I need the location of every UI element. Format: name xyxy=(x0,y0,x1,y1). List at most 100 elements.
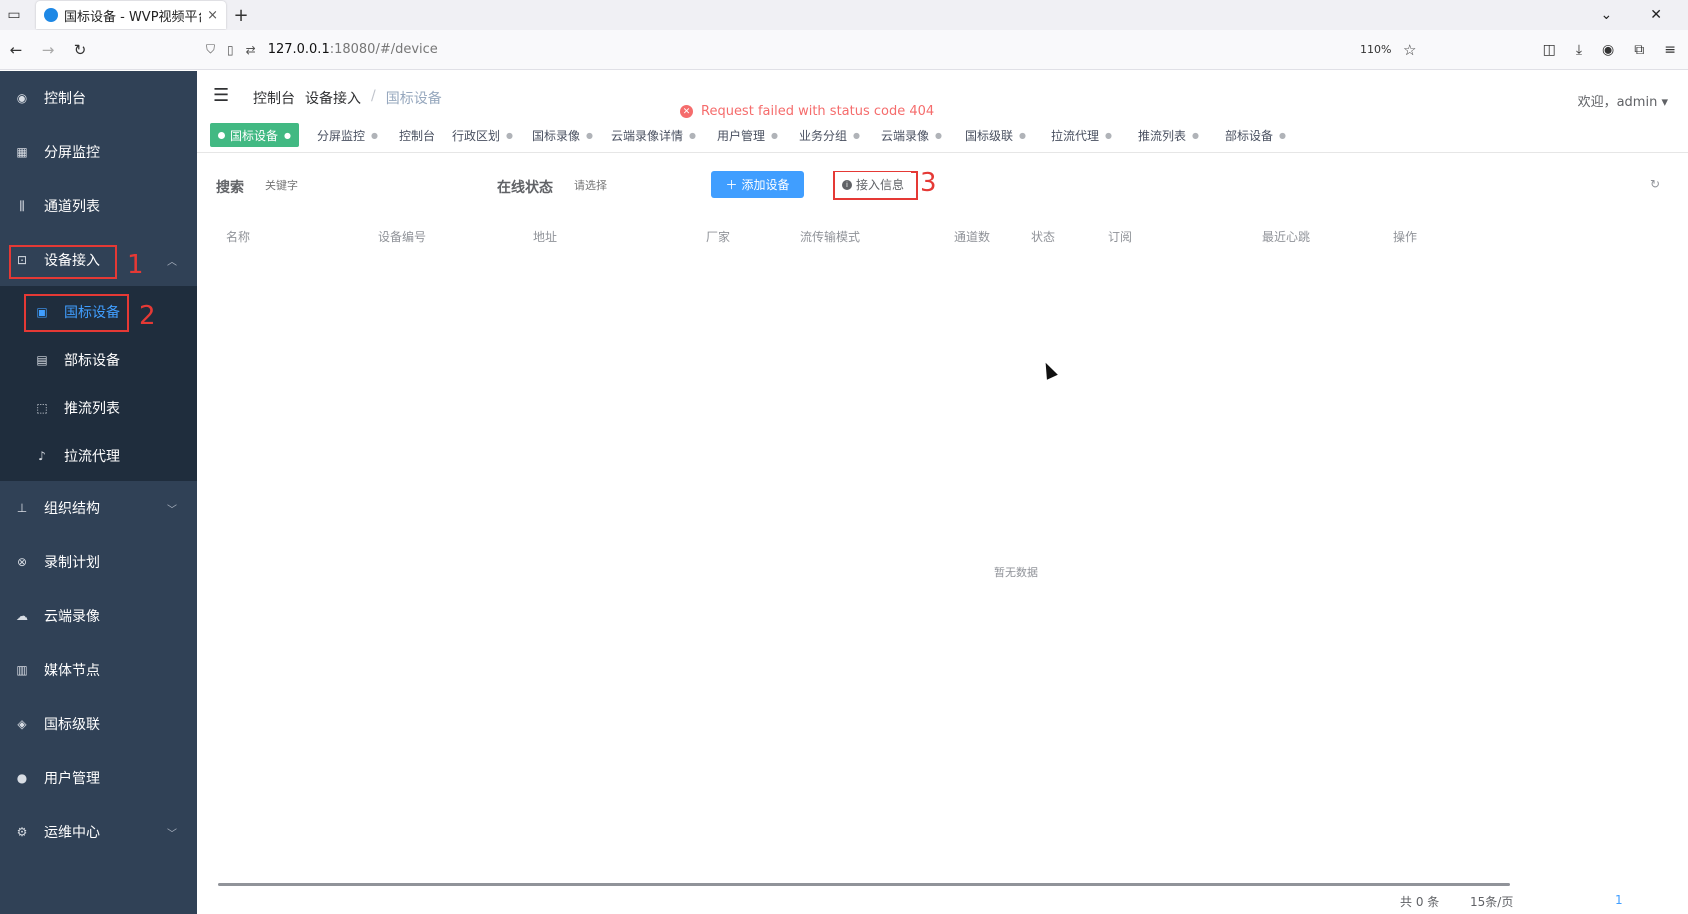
sidebar-item-cloud-record[interactable]: ☁ 云端录像 xyxy=(0,589,197,643)
tag-region[interactable]: 行政区划 ● xyxy=(444,123,521,147)
hamburger-icon[interactable]: ☰ xyxy=(213,85,229,106)
status-select[interactable] xyxy=(568,172,658,198)
breadcrumb-item[interactable]: 控制台 xyxy=(253,88,295,108)
sidebar-subitem-push-list[interactable]: ⬚ 推流列表 xyxy=(0,385,197,431)
shield-icon: ⛉ xyxy=(206,42,216,56)
tab-list-icon[interactable]: ▭ xyxy=(0,0,28,30)
tag-cloud-record[interactable]: 云端录像 ● xyxy=(873,123,950,147)
close-icon: ● xyxy=(1279,130,1286,140)
column-header[interactable]: 操作 xyxy=(1393,228,1417,245)
column-header[interactable]: 最近心跳 xyxy=(1262,228,1310,245)
close-icon: ● xyxy=(371,130,378,140)
column-header[interactable]: 订阅 xyxy=(1108,228,1132,245)
browser-tab-bar: ▭ 国标设备 - WVP视频平台 × + ⌄ ✕ xyxy=(0,0,1688,30)
tag-gb-device[interactable]: 国标设备 ● xyxy=(210,123,299,147)
permissions-icon: ⇄ xyxy=(245,42,256,57)
forward-icon[interactable]: → xyxy=(32,41,64,59)
column-header[interactable]: 地址 xyxy=(533,228,557,245)
error-icon: ✕ xyxy=(680,105,693,118)
annotation-box-1 xyxy=(9,245,117,279)
close-icon: ● xyxy=(284,130,291,140)
tag-push-list[interactable]: 推流列表 ● xyxy=(1130,123,1207,147)
bookmark-star-icon[interactable]: ☆ xyxy=(1403,41,1416,59)
close-icon: ● xyxy=(689,130,696,140)
menu-icon[interactable]: ≡ xyxy=(1664,42,1676,58)
window-close-icon[interactable]: ✕ xyxy=(1650,7,1662,23)
device-table-header: 名称 设备编号 地址 厂家 流传输模式 通道数 状态 订阅 最近心跳 操作 xyxy=(218,222,1508,248)
tag-gb-record[interactable]: 国标录像 ● xyxy=(524,123,601,147)
horizontal-scrollbar[interactable] xyxy=(218,883,1510,886)
user-dropdown[interactable]: 欢迎，admin ▾ xyxy=(1578,91,1668,110)
reload-icon[interactable]: ↻ xyxy=(64,41,96,59)
tag-split-monitor[interactable]: 分屏监控 ● xyxy=(309,123,386,147)
sidebar-item-media-node[interactable]: ▥ 媒体节点 xyxy=(0,643,197,697)
new-tab-button[interactable]: + xyxy=(226,0,256,30)
close-icon: ● xyxy=(935,130,942,140)
device-toolbar: 搜索 在线状态 ＋ 添加设备 i 接入信息 ↻ xyxy=(197,160,1688,210)
grid-icon: ▦ xyxy=(16,145,28,159)
plus-icon: ＋ xyxy=(725,178,738,192)
cloud-icon: ☁ xyxy=(16,609,28,623)
sidebar-item-gb-cascade[interactable]: ◈ 国标级联 xyxy=(0,697,197,751)
extensions-icon[interactable]: ⧉ xyxy=(1634,42,1644,58)
close-icon: ● xyxy=(853,130,860,140)
page-size-select[interactable]: 15条/页 xyxy=(1470,893,1513,910)
access-info-button[interactable]: i 接入信息 xyxy=(835,172,911,197)
dashboard-icon: ◉ xyxy=(16,91,28,105)
add-device-button[interactable]: ＋ 添加设备 xyxy=(711,171,804,198)
sidebar-subitem-pull-proxy[interactable]: ♪ 拉流代理 xyxy=(0,433,197,479)
column-header[interactable]: 状态 xyxy=(1031,228,1055,245)
chevron-down-icon: ﹀ xyxy=(167,828,177,840)
column-header[interactable]: 厂家 xyxy=(706,228,730,245)
tag-jt-device[interactable]: 部标设备 ● xyxy=(1217,123,1294,147)
sidebar-subitem-jt-device[interactable]: ▤ 部标设备 xyxy=(0,337,197,383)
chevron-down-icon: ﹀ xyxy=(167,504,177,516)
account-icon[interactable]: ◉ xyxy=(1602,42,1614,58)
tab-close-icon[interactable]: × xyxy=(207,8,218,23)
pagination-total: 共 0 条 xyxy=(1400,895,1440,909)
breadcrumb: 控制台 设备接入 / 国标设备 xyxy=(253,88,452,108)
pocket-icon[interactable]: ◫ xyxy=(1543,42,1556,58)
zoom-level[interactable]: 110% xyxy=(1360,43,1391,56)
chevron-down-icon[interactable]: ⌄ xyxy=(1601,7,1613,23)
annotation-box-2 xyxy=(24,294,129,332)
browser-tab[interactable]: 国标设备 - WVP视频平台 × xyxy=(36,1,226,29)
tag-cloud-record-detail[interactable]: 云端录像详情 ● xyxy=(603,123,704,147)
download-icon[interactable]: ⤓ xyxy=(1576,42,1582,58)
empty-table-text: 暂无数据 xyxy=(994,566,1038,579)
column-header[interactable]: 流传输模式 xyxy=(800,228,860,245)
column-header[interactable]: 设备编号 xyxy=(378,228,426,245)
ops-icon: ⚙ xyxy=(16,825,28,839)
sidebar-item-ops-center[interactable]: ⚙ 运维中心 ﹀ xyxy=(0,805,197,859)
back-icon[interactable]: ← xyxy=(0,41,32,59)
tag-gb-cascade[interactable]: 国标级联 ● xyxy=(957,123,1034,147)
search-label: 搜索 xyxy=(216,180,244,196)
url-text[interactable]: 127.0.0.1:18080/#/device xyxy=(268,42,438,57)
sidebar-item-record-plan[interactable]: ⊗ 录制计划 xyxy=(0,535,197,589)
url-bar[interactable]: ⛉ ▯ ⇄ 127.0.0.1:18080/#/device xyxy=(206,42,438,57)
sliders-icon: ⫼ xyxy=(19,198,25,213)
sidebar-item-channel-list[interactable]: ⫼ 通道列表 xyxy=(0,179,197,233)
sidebar-item-user-mgmt[interactable]: ● 用户管理 xyxy=(0,751,197,805)
tag-user-mgmt[interactable]: 用户管理 ● xyxy=(709,123,786,147)
info-icon: i xyxy=(841,179,852,190)
org-icon: ⊥ xyxy=(16,501,28,515)
close-icon: ● xyxy=(1019,130,1026,140)
search-input[interactable] xyxy=(259,172,409,198)
page-number[interactable]: 1 xyxy=(1615,893,1623,907)
refresh-icon[interactable]: ↻ xyxy=(1650,177,1660,191)
tag-pull-proxy[interactable]: 拉流代理 ● xyxy=(1043,123,1120,147)
breadcrumb-item[interactable]: 设备接入 xyxy=(305,88,361,108)
sidebar: ◉ 控制台 ▦ 分屏监控 ⫼ 通道列表 ⊡ 设备接入 ︿ ▣ 国标设备 ▤ 部标… xyxy=(0,71,197,914)
sidebar-item-org[interactable]: ⊥ 组织结构 ﹀ xyxy=(0,481,197,535)
column-header[interactable]: 通道数 xyxy=(954,228,990,245)
column-header[interactable]: 名称 xyxy=(226,228,250,245)
sidebar-item-split-monitor[interactable]: ▦ 分屏监控 xyxy=(0,125,197,179)
breadcrumb-current: 国标设备 xyxy=(385,91,442,107)
tag-business-group[interactable]: 业务分组 ● xyxy=(791,123,868,147)
tag-dashboard[interactable]: 控制台 xyxy=(391,123,443,147)
favicon-icon xyxy=(44,8,58,22)
sidebar-item-dashboard[interactable]: ◉ 控制台 xyxy=(0,71,197,125)
mouse-cursor-icon xyxy=(1040,360,1058,380)
close-icon: ● xyxy=(506,130,513,140)
